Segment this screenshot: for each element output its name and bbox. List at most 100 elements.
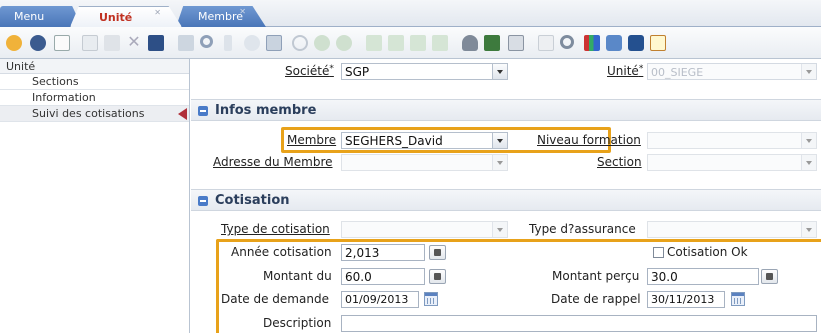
tab-menu[interactable]: Menu	[0, 6, 82, 27]
membre-value: SEGHERS_David	[345, 134, 443, 148]
nav-item-information[interactable]: Information	[0, 90, 189, 106]
adresse-label: Adresse du Membre	[213, 155, 333, 169]
last-icon[interactable]	[432, 35, 448, 51]
montant-percu-input[interactable]	[647, 268, 759, 285]
section-cotisation[interactable]: Cotisation	[191, 189, 821, 211]
print-icon[interactable]	[508, 35, 524, 51]
tab-label: Membre	[198, 10, 244, 23]
back-icon[interactable]	[6, 35, 22, 51]
chevron-down-icon[interactable]	[801, 64, 816, 79]
adresse-combo[interactable]	[341, 154, 508, 171]
type-assurance-label: Type d?assurance	[529, 222, 636, 236]
stop-icon[interactable]	[628, 35, 644, 51]
calendar-icon[interactable]	[424, 292, 438, 306]
close-icon[interactable]: ✕	[154, 8, 161, 17]
active-arrow-icon	[178, 108, 187, 120]
type-cotisation-combo[interactable]	[341, 221, 508, 238]
unite-value: 00_SIEGE	[651, 66, 704, 79]
copy-icon[interactable]	[82, 35, 98, 51]
new-icon[interactable]	[54, 35, 70, 51]
next-icon[interactable]	[336, 35, 352, 51]
date-demande-input[interactable]	[341, 291, 419, 308]
delete-icon[interactable]	[104, 35, 120, 51]
zoom-page-icon[interactable]	[560, 35, 574, 49]
up-icon[interactable]	[388, 35, 404, 51]
collapse-icon[interactable]	[198, 196, 208, 206]
close-icon[interactable]: ✕	[239, 7, 246, 16]
unite-combo[interactable]: 00_SIEGE	[647, 63, 817, 80]
tab-label: Menu	[14, 10, 45, 23]
chevron-down-icon[interactable]	[492, 155, 507, 170]
nav-item-label: Sections	[32, 75, 79, 88]
montant-du-label: Montant du	[263, 269, 332, 283]
tab-label: Unité	[99, 11, 133, 24]
cancel-icon[interactable]: ✕	[126, 34, 142, 51]
calculator-icon[interactable]	[761, 269, 778, 284]
archive-icon[interactable]	[462, 35, 478, 51]
calculator-icon[interactable]	[429, 245, 446, 260]
cotisation-ok-checkbox[interactable]	[653, 247, 664, 258]
type-cotisation-label: Type de cotisation	[221, 222, 330, 236]
collapse-icon[interactable]	[198, 106, 208, 116]
nav-item-label: Suivi des cotisations	[32, 107, 145, 120]
first-icon[interactable]	[366, 35, 382, 51]
tab-unite[interactable]: Unité ✕	[70, 6, 182, 27]
niveau-formation-label: Niveau formation	[537, 133, 641, 147]
tool-icon[interactable]	[606, 35, 622, 51]
nav-item-label: Information	[32, 91, 96, 104]
export-icon[interactable]	[584, 35, 600, 51]
chevron-down-icon[interactable]	[801, 155, 816, 170]
down-icon[interactable]	[410, 35, 426, 51]
annee-cotisation-label: Année cotisation	[231, 245, 332, 259]
membre-label: Membre	[287, 133, 337, 147]
grid-icon[interactable]	[266, 35, 282, 51]
help-icon[interactable]	[30, 35, 46, 51]
section-title: Infos membre	[215, 103, 317, 118]
nav-header: Unité	[0, 59, 189, 74]
chat-icon[interactable]	[244, 35, 260, 51]
calculator-icon[interactable]	[429, 269, 446, 284]
chevron-down-icon[interactable]	[801, 222, 816, 237]
section-combo[interactable]	[647, 154, 817, 171]
zoom-icon[interactable]	[538, 35, 554, 51]
preview-icon[interactable]	[178, 35, 194, 51]
unite-label: Unité*	[607, 64, 644, 78]
nav-item-sections[interactable]: Sections	[0, 74, 189, 90]
date-rappel-label: Date de rappel	[551, 292, 641, 306]
montant-du-input[interactable]	[341, 268, 425, 285]
description-input[interactable]	[341, 315, 817, 332]
date-rappel-input[interactable]	[647, 291, 725, 308]
chevron-down-icon[interactable]	[492, 222, 507, 237]
montant-percu-label: Montant perçu	[552, 269, 640, 283]
save-icon[interactable]	[148, 35, 164, 51]
annee-cotisation-input[interactable]	[341, 244, 425, 261]
societe-value: SGP	[345, 65, 370, 79]
societe-combo[interactable]: SGP	[341, 63, 508, 80]
membre-combo[interactable]: SEGHERS_David	[341, 132, 508, 149]
report-icon[interactable]	[484, 35, 500, 51]
section-infos-membre[interactable]: Infos membre	[191, 99, 821, 121]
search-icon[interactable]	[200, 35, 213, 48]
section-label: Section	[597, 155, 642, 169]
niveau-formation-combo[interactable]	[647, 132, 817, 149]
description-label: Description	[263, 316, 332, 330]
tab-bar: Menu Membre ✕ Unité ✕	[0, 0, 821, 27]
left-nav: Unité Sections Information Suivi des cot…	[0, 59, 190, 333]
chevron-down-icon[interactable]	[492, 64, 507, 79]
edit-icon[interactable]	[650, 35, 666, 51]
chevron-down-icon[interactable]	[801, 133, 816, 148]
societe-label: Société*	[285, 64, 334, 78]
chevron-down-icon[interactable]	[492, 133, 507, 148]
tab-membre[interactable]: Membre ✕	[176, 6, 266, 27]
date-demande-label: Date de demande	[221, 292, 329, 306]
attach-icon[interactable]	[224, 35, 232, 51]
prev-icon[interactable]	[314, 35, 330, 51]
calendar-icon[interactable]	[731, 292, 745, 306]
section-title: Cotisation	[215, 193, 290, 208]
type-assurance-combo[interactable]	[647, 221, 817, 238]
toolbar: ✕	[0, 27, 821, 59]
form-panel: Société* SGP Unité* 00_SIEGE Infos membr…	[191, 59, 821, 333]
refresh-icon[interactable]	[292, 35, 308, 51]
cotisation-ok-label: Cotisation Ok	[667, 245, 748, 259]
nav-item-suivi-cotisations[interactable]: Suivi des cotisations	[0, 106, 189, 122]
